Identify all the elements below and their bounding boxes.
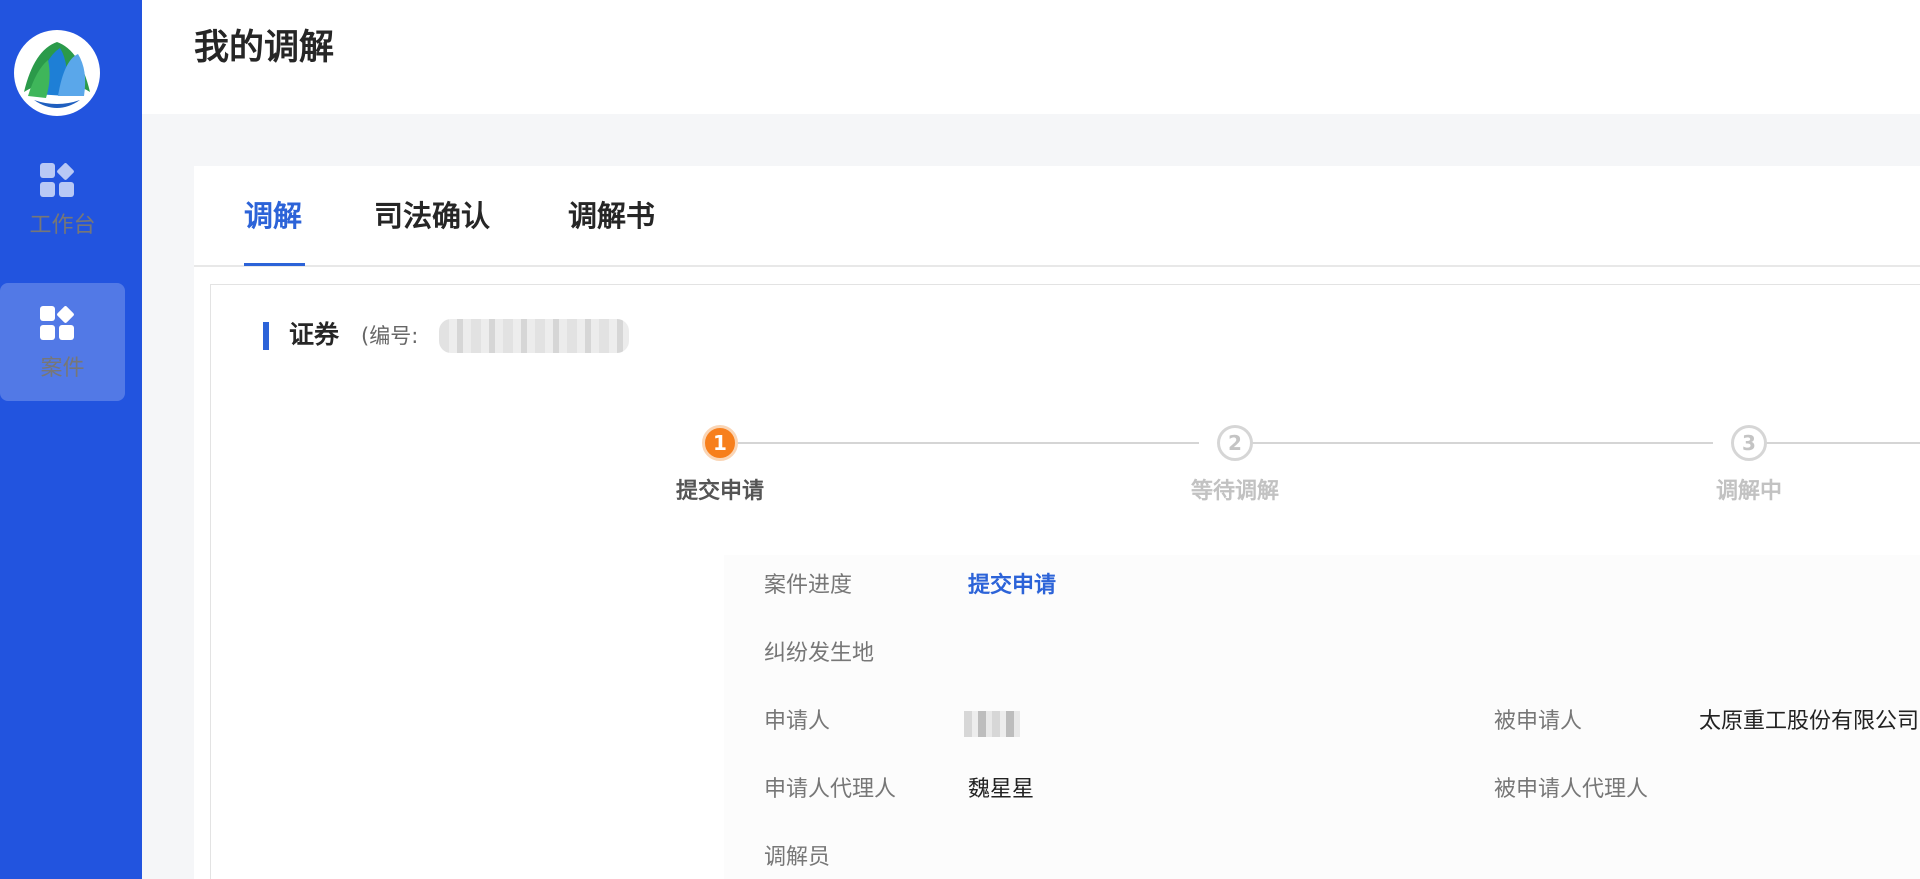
sidebar-item-label: 案件 <box>40 356 85 381</box>
case-details: 案件进度 提交申请 纠纷发生地 申请人 被申请人 太原重工股份有限公司 申请人代… <box>724 555 1920 879</box>
tab-mediation-document[interactable]: 调解书 <box>568 196 655 236</box>
case-number-redacted <box>439 319 629 353</box>
respondent-value: 太原重工股份有限公司 <box>1699 709 1920 734</box>
tab-judicial-confirmation[interactable]: 司法确认 <box>374 196 490 236</box>
case-type: 证券 <box>289 320 340 349</box>
progress-value[interactable]: 提交申请 <box>968 571 1056 601</box>
grid-icon <box>40 306 74 340</box>
applicant-name-redacted <box>964 711 1020 737</box>
section-marker <box>263 322 269 350</box>
applicant-agent-value: 魏星星 <box>968 777 1035 802</box>
step-2-indicator: 2 <box>1217 425 1253 461</box>
step-connector <box>1241 442 1713 444</box>
grid-icon <box>40 163 74 197</box>
active-tab-indicator <box>244 263 305 266</box>
step-3-label: 调解中 <box>1715 479 1782 504</box>
tab-bar: 调解 司法确认 调解书 <box>194 166 1920 267</box>
applicant-agent-label: 申请人代理人 <box>764 777 897 802</box>
sidebar: 工作台 案件 <box>0 0 142 879</box>
step-connector <box>726 442 1199 444</box>
main-card: 调解 司法确认 调解书 证券 (编号: 1 提交申请 2 等待调解 3 调解中 … <box>194 166 1920 879</box>
respondent-label: 被申请人 <box>1494 709 1583 734</box>
applicant-label: 申请人 <box>764 709 831 734</box>
tab-mediation[interactable]: 调解 <box>244 196 302 236</box>
case-panel: 证券 (编号: 1 提交申请 2 等待调解 3 调解中 案件进度 提交申请 纠纷… <box>210 284 1920 879</box>
sidebar-item-cases[interactable]: 案件 <box>0 283 125 401</box>
mediator-label: 调解员 <box>764 845 831 870</box>
step-3-indicator: 3 <box>1731 425 1767 461</box>
sidebar-item-label: 工作台 <box>29 213 96 238</box>
step-1-label: 提交申请 <box>675 479 764 504</box>
sidebar-item-workbench[interactable]: 工作台 <box>0 140 125 258</box>
dispute-location-label: 纠纷发生地 <box>764 641 875 666</box>
step-connector <box>1756 442 1920 444</box>
respondent-agent-label: 被申请人代理人 <box>1494 777 1649 802</box>
logo <box>14 30 100 116</box>
step-2-label: 等待调解 <box>1190 479 1279 504</box>
page-title: 我的调解 <box>194 28 335 68</box>
case-number-label: (编号: <box>361 324 419 348</box>
progress-label: 案件进度 <box>764 573 853 598</box>
header: 我的调解 <box>142 0 1920 114</box>
step-1-indicator: 1 <box>702 425 738 461</box>
